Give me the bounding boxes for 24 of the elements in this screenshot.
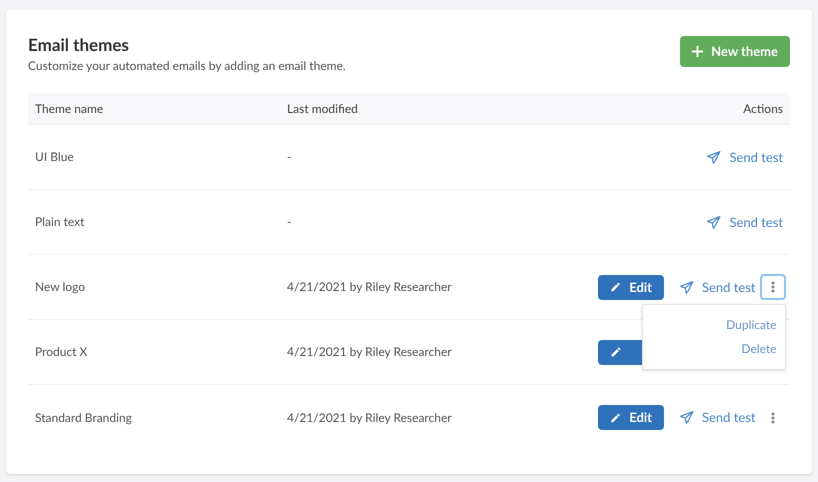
send-test-button[interactable]: Send test — [680, 278, 756, 297]
send-test-button[interactable]: Send test — [680, 408, 756, 428]
column-header: Theme name — [35, 100, 104, 118]
edit-button[interactable]: Edit — [598, 274, 664, 300]
page-subtitle: Customize your automated emails by adding an email theme. — [28, 57, 346, 76]
send-test-button[interactable]: Send test — [707, 148, 783, 167]
table-cell-text: - — [287, 213, 292, 232]
table-cell-text: Standard Branding — [35, 408, 133, 427]
column-header: Actions — [743, 100, 783, 118]
table-cell-text: Plain text — [35, 213, 86, 232]
menu-item[interactable]: Duplicate — [718, 313, 785, 338]
new-theme-button[interactable]: New theme — [680, 36, 790, 67]
send-test-button[interactable]: Send test — [707, 212, 783, 232]
table-cell-text: New logo — [35, 278, 86, 296]
table-cell-text: 4/21/2021 by Riley Researcher — [287, 278, 453, 296]
table-cell-text: - — [287, 148, 292, 166]
edit-button[interactable]: Edit — [598, 405, 664, 430]
page-title: Email themes — [28, 34, 130, 56]
table-cell-text: 4/21/2021 by Riley Researcher — [287, 343, 453, 362]
table-cell-text: UI Blue — [35, 148, 75, 166]
table-cell-text: 4/21/2021 by Riley Researcher — [287, 408, 453, 427]
menu-item[interactable]: Delete — [733, 337, 785, 362]
table-cell-text: Product X — [35, 343, 88, 362]
column-header: Last modified — [287, 100, 359, 118]
